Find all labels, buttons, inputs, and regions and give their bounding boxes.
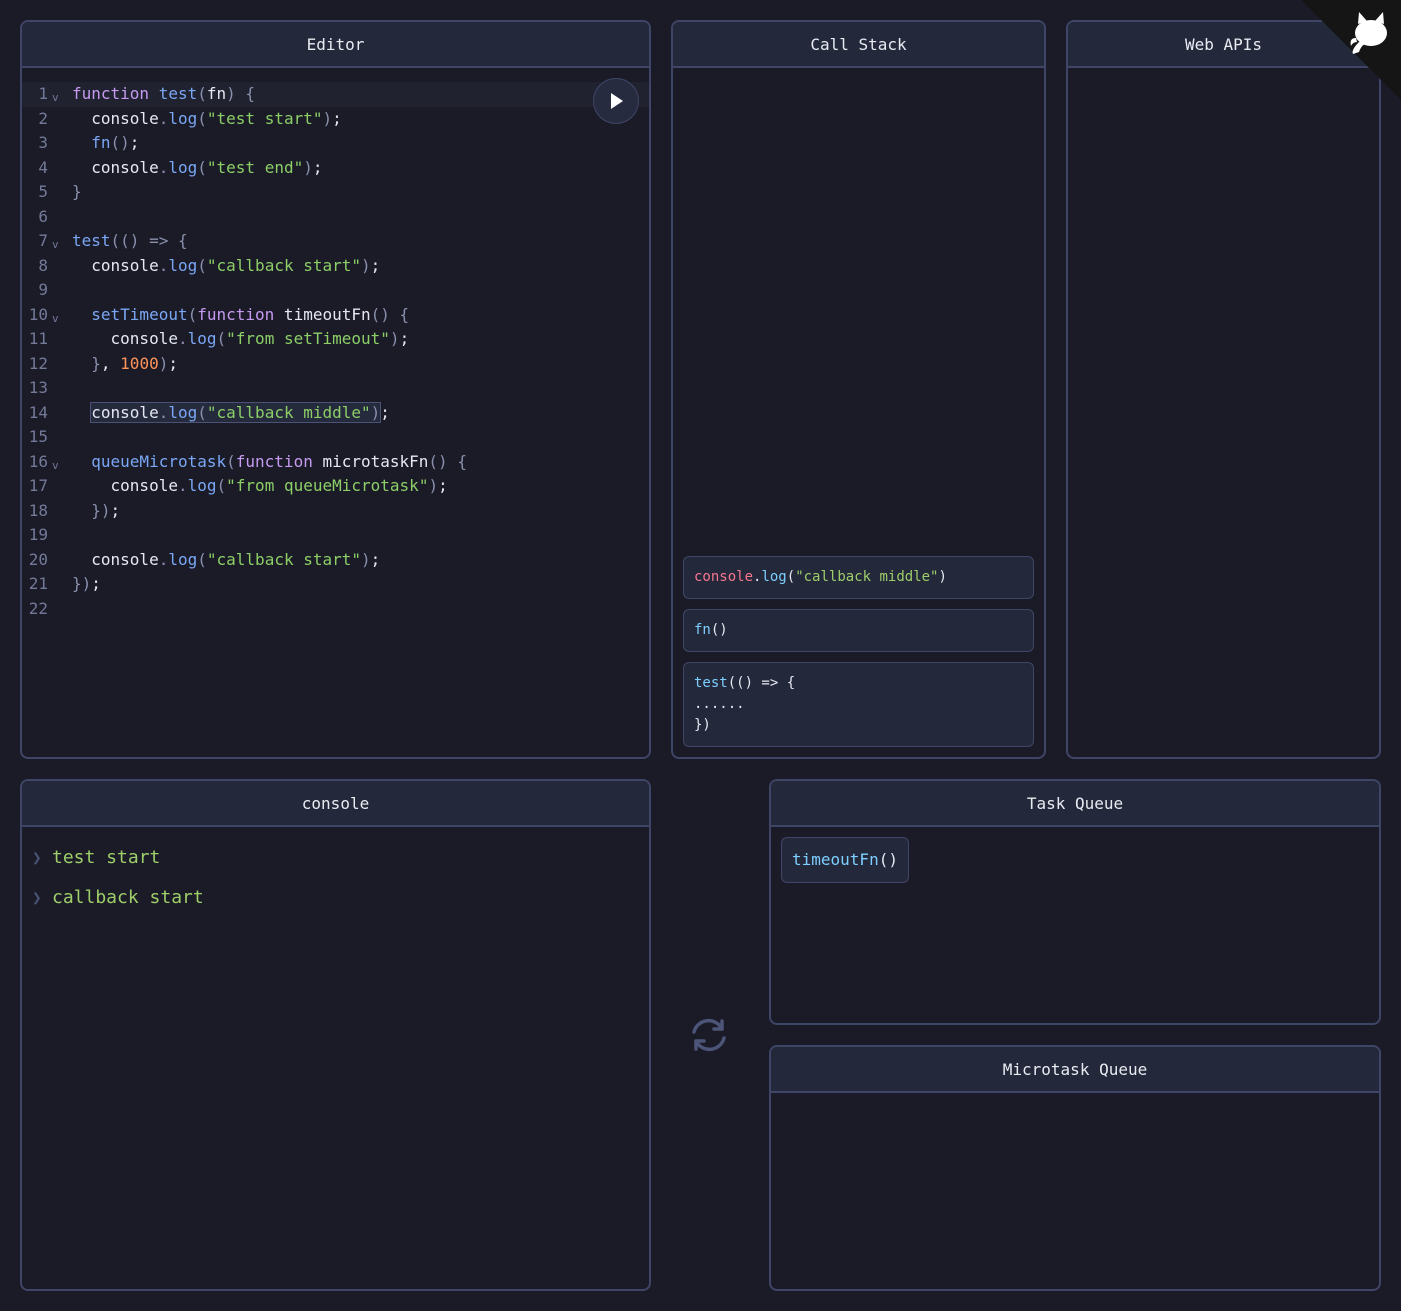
microtask-queue-header: Microtask Queue <box>771 1047 1379 1093</box>
stack-frame: fn() <box>683 609 1034 652</box>
highlighted-expression: console.log("callback middle") <box>90 401 382 423</box>
play-icon <box>611 93 623 109</box>
line-number: 14 <box>28 402 48 422</box>
code-text: console.log("from queueMicrotask"); <box>72 476 448 495</box>
code-text: } <box>72 182 82 201</box>
editor-header: Editor <box>22 22 649 68</box>
line-number: 10 <box>28 304 48 324</box>
web-apis-panel: Web APIs <box>1066 20 1381 759</box>
code-line[interactable]: 9 <box>22 278 649 303</box>
code-line[interactable]: 14 console.log("callback middle"); <box>22 401 649 426</box>
code-text: console.log("callback middle"); <box>90 401 390 423</box>
line-number: 8 <box>38 255 48 275</box>
log-text: test start <box>52 846 161 868</box>
line-number: 20 <box>28 549 48 569</box>
console-panel: console ❯ test start ❯ callback start <box>20 779 651 1291</box>
code-line[interactable]: 2 console.log("test start"); <box>22 107 649 132</box>
code-line[interactable]: 22 <box>22 597 649 622</box>
code-line[interactable]: 3 fn(); <box>22 131 649 156</box>
call-stack-panel: Call Stack console.log("callback middle"… <box>671 20 1046 759</box>
editor-title: Editor <box>306 34 365 54</box>
task-queue-header: Task Queue <box>771 781 1379 827</box>
line-number: 3 <box>38 133 48 152</box>
code-text: console.log("test start"); <box>72 108 342 128</box>
task-queue-items: timeoutFn() <box>771 827 1379 893</box>
line-number: 4 <box>38 157 48 177</box>
console-title: console <box>301 793 370 813</box>
line-number: 17 <box>28 476 48 495</box>
line-number: 15 <box>28 427 48 446</box>
github-corner-link[interactable] <box>1301 0 1401 100</box>
task-queue-panel: Task Queue timeoutFn() <box>769 779 1381 1025</box>
line-number: 5 <box>38 182 48 201</box>
code-line[interactable]: 21}); <box>22 572 649 597</box>
code-line[interactable]: 1 v function test(fn) { <box>22 82 649 107</box>
console-log-entry: ❯ callback start <box>32 877 639 917</box>
chevron-right-icon: ❯ <box>32 847 42 867</box>
code-text: queueMicrotask(function microtaskFn() { <box>91 451 467 471</box>
code-line[interactable]: 16 v queueMicrotask(function microtaskFn(… <box>22 450 649 475</box>
line-number: 21 <box>28 574 48 593</box>
code-text: }); <box>72 574 101 593</box>
line-number: 18 <box>28 500 48 520</box>
code-line[interactable]: 5} <box>22 180 649 205</box>
code-line[interactable]: 20 console.log("callback start"); <box>22 548 649 573</box>
code-line[interactable]: 6 <box>22 205 649 230</box>
microtask-queue-title: Microtask Queue <box>1002 1059 1148 1079</box>
code-line[interactable]: 7 v test(() => { <box>22 229 649 254</box>
call-stack-title: Call Stack <box>810 34 907 54</box>
code-text: test(() => { <box>72 231 188 250</box>
microtask-queue-panel: Microtask Queue <box>769 1045 1381 1291</box>
line-number: 7 <box>38 231 48 250</box>
code-line[interactable]: 4 console.log("test end"); <box>22 156 649 181</box>
microtask-queue-items <box>771 1093 1379 1113</box>
stack-frame: console.log("callback middle") <box>683 556 1034 599</box>
code-text: fn(); <box>91 133 140 152</box>
chevron-right-icon: ❯ <box>32 887 42 907</box>
code-line[interactable]: 17 console.log("from queueMicrotask"); <box>22 474 649 499</box>
code-line[interactable]: 12 }, 1000); <box>22 352 649 377</box>
editor-panel: Editor 1 v function test(fn) {2 console.lo… <box>20 20 651 759</box>
code-text: console.log("callback start"); <box>72 549 381 569</box>
line-number: 13 <box>28 378 48 397</box>
line-number: 19 <box>28 525 48 544</box>
refresh-icon <box>692 1018 726 1052</box>
code-text: }, 1000); <box>91 353 178 373</box>
line-number: 11 <box>28 329 48 348</box>
task-queue-title: Task Queue <box>1026 793 1124 813</box>
console-header: console <box>22 781 649 827</box>
code-text: console.log("callback start"); <box>72 255 381 275</box>
task-item: timeoutFn() <box>781 837 909 883</box>
line-number: 22 <box>28 598 48 618</box>
line-number: 12 <box>28 353 48 373</box>
code-line[interactable]: 19 <box>22 523 649 548</box>
code-text: function test(fn) { <box>72 84 256 103</box>
run-button[interactable] <box>593 78 639 124</box>
line-number: 2 <box>38 108 48 128</box>
line-number: 6 <box>38 206 48 226</box>
console-log-entry: ❯ test start <box>32 837 639 877</box>
code-text: setTimeout(function timeoutFn() { <box>91 304 410 324</box>
code-text: }); <box>91 500 121 520</box>
call-stack-frames: console.log("callback middle") fn() test((… <box>673 68 1044 757</box>
log-text: callback start <box>52 886 204 908</box>
code-text: console.log("test end"); <box>72 157 323 177</box>
code-line[interactable]: 18 }); <box>22 499 649 524</box>
web-apis-title: Web APIs <box>1184 34 1263 54</box>
line-number: 9 <box>38 280 48 299</box>
code-editor[interactable]: 1 v function test(fn) {2 console.log("test… <box>22 68 649 621</box>
code-text: console.log("from setTimeout"); <box>72 329 410 348</box>
code-line[interactable]: 11 console.log("from setTimeout"); <box>22 327 649 352</box>
code-line[interactable]: 8 console.log("callback start"); <box>22 254 649 279</box>
line-number: 16 <box>28 451 48 471</box>
call-stack-header: Call Stack <box>673 22 1044 68</box>
console-output: ❯ test start ❯ callback start <box>22 827 649 927</box>
code-line[interactable]: 13 <box>22 376 649 401</box>
code-line[interactable]: 15 <box>22 425 649 450</box>
stack-frame: test(() => { ...... }) <box>683 662 1034 747</box>
line-number: 1 <box>38 84 48 103</box>
code-line[interactable]: 10 v setTimeout(function timeoutFn() { <box>22 303 649 328</box>
fold-gutter <box>48 601 72 626</box>
